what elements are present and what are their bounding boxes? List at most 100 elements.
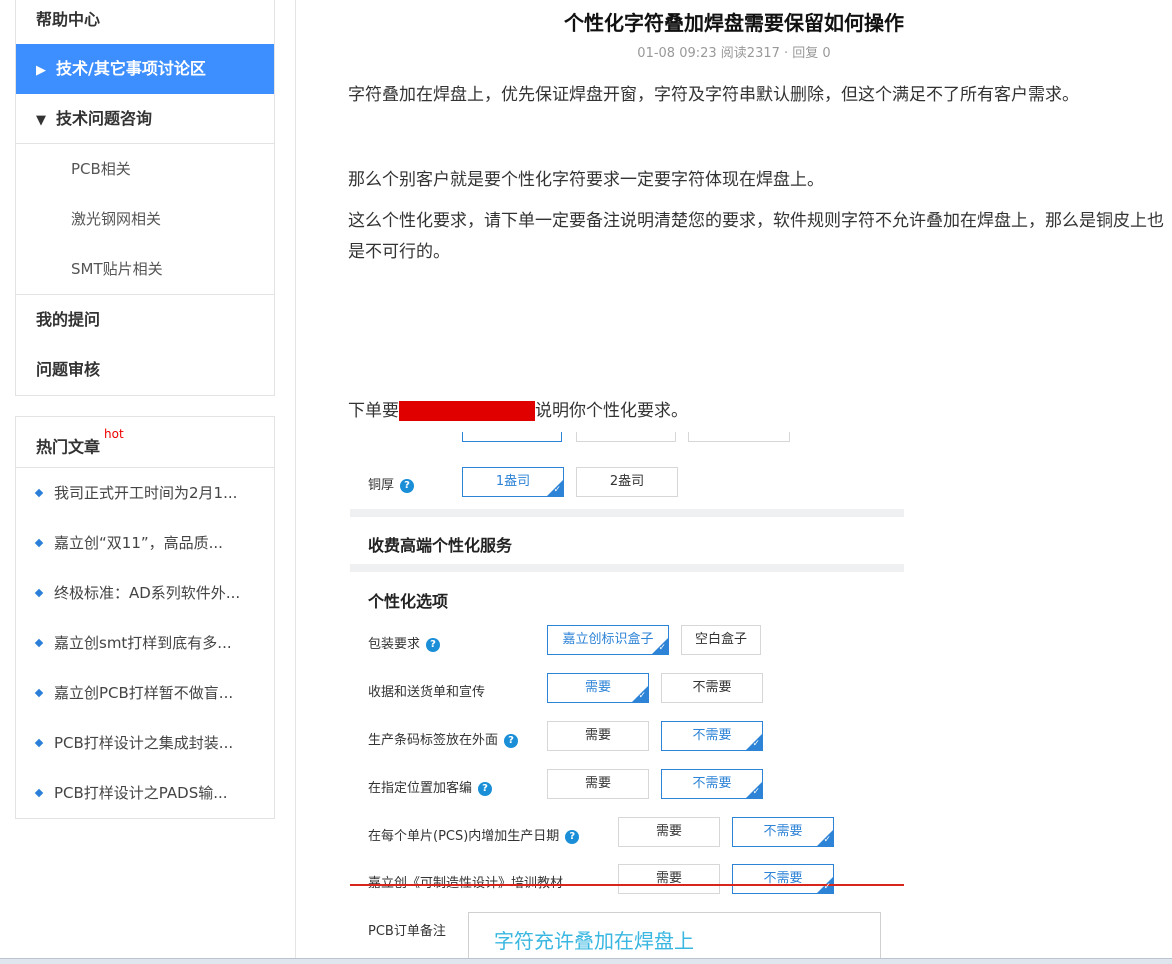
- hot-article-link[interactable]: 嘉立创PCB打样暂不做盲...: [16, 668, 274, 718]
- hot-articles-panel: 热门文章hot 我司正式开工时间为2月1... 嘉立创“双11”，高品质... …: [15, 416, 275, 819]
- option-row: 包装要求?: [368, 633, 441, 652]
- column-divider: [295, 0, 296, 960]
- page-title: 个性化字符叠加焊盘需要保留如何操作: [564, 11, 904, 35]
- caret-down-icon: ▼: [36, 113, 46, 128]
- hot-article-link[interactable]: PCB打样设计之集成封装...: [16, 718, 274, 768]
- hot-article-link[interactable]: 嘉立创smt打样到底有多...: [16, 618, 274, 668]
- paid-section-title: 收费高端个性化服务: [368, 536, 513, 555]
- bullet-icon: [34, 738, 44, 748]
- hot-article-link[interactable]: 嘉立创“双11”，高品质...: [16, 518, 274, 568]
- row-label: 收据和送货单和宣传: [368, 685, 486, 700]
- embedded-screenshot: 铜厚? 1盎司 ✓ 2盎司 收费高端个性化服务 个性化选项 包装要求? 嘉立创标识…: [350, 432, 906, 962]
- hot-articles-list: 我司正式开工时间为2月1... 嘉立创“双11”，高品质... 终极标准：AD系…: [16, 468, 274, 818]
- hot-articles-header: 热门文章hot: [16, 417, 274, 468]
- option-selected: 不需要 ✓: [732, 817, 834, 847]
- bullet-icon: [34, 588, 44, 598]
- paragraph: 字符叠加在焊盘上，优先保证焊盘开窗，字符及字符串默认删除，但这个满足不了所有客户…: [348, 85, 1079, 105]
- option-unselected: 需要: [618, 817, 720, 847]
- option-selected: 需要 ✓: [547, 673, 649, 703]
- copper-row: 铜厚?: [368, 474, 415, 493]
- help-icon: ?: [400, 478, 415, 493]
- section-divider: [350, 564, 904, 572]
- sidebar-subnav: PCB相关 激光钢网相关 SMT贴片相关: [16, 144, 274, 295]
- text-after: 说明你个性化要求。: [535, 401, 688, 421]
- sidebar: 帮助中心 ▶ 技术/其它事项讨论区 ▼ 技术问题咨询 PCB相关 激光钢网相关 SM…: [15, 0, 275, 819]
- hot-article-title: 嘉立创smt打样到底有多...: [54, 634, 232, 652]
- option-unselected: 空白盒子: [681, 625, 761, 655]
- sidebar-item-label: 技术问题咨询: [56, 109, 153, 128]
- help-icon: ?: [426, 637, 441, 652]
- hot-article-link[interactable]: PCB打样设计之PADS输...: [16, 768, 274, 818]
- hot-article-title: 嘉立创PCB打样暂不做盲...: [54, 684, 234, 702]
- check-icon: ✓: [638, 691, 646, 701]
- options-section-title: 个性化选项: [368, 592, 449, 611]
- article-body: 字符叠加在焊盘上，优先保证焊盘开窗，字符及字符串默认删除，但这个满足不了所有客户…: [348, 80, 1168, 427]
- help-icon: ?: [478, 781, 493, 796]
- paragraph: 这么个性化要求，请下单一定要备注说明清楚您的要求，软件规则字符不允许叠加在焊盘上…: [348, 211, 1164, 262]
- hot-article-title: PCB打样设计之PADS输...: [54, 784, 228, 802]
- sidebar-item-pcb[interactable]: PCB相关: [16, 144, 274, 194]
- check-icon: ✓: [752, 787, 760, 797]
- row-label: 生产条码标签放在外面: [368, 733, 499, 748]
- hot-article-title: PCB打样设计之集成封装...: [54, 734, 234, 752]
- hot-article-title: 我司正式开工时间为2月1...: [54, 484, 238, 502]
- paragraph-highlight: 下单要备注，备注，备注说明你个性化要求。: [348, 396, 1168, 427]
- sidebar-item-smt[interactable]: SMT贴片相关: [16, 244, 274, 294]
- bullet-icon: [34, 788, 44, 798]
- option-row: 在指定位置加客编?: [368, 777, 493, 796]
- option-unselected: 需要: [547, 769, 649, 799]
- option-selected: 不需要 ✓: [732, 864, 834, 894]
- order-note-field: 字符充许叠加在焊盘上: [468, 912, 881, 962]
- text-before: 下单要: [348, 401, 399, 421]
- check-icon: ✓: [752, 739, 760, 749]
- caret-right-icon: ▶: [36, 63, 46, 78]
- article-area: 个性化字符叠加焊盘需要保留如何操作 01-08 09:23 阅读2317 · 回…: [296, 0, 1172, 421]
- option-unselected: 不需要: [661, 673, 763, 703]
- paragraph: 那么个别客户就是要个性化字符要求一定要字符体现在焊盘上。: [348, 170, 824, 190]
- sidebar-item-review[interactable]: 问题审核: [16, 345, 274, 395]
- bullet-icon: [34, 488, 44, 498]
- copper-1oz-option: 1盎司 ✓: [462, 467, 564, 497]
- sidebar-item-tech-discussion[interactable]: ▶ 技术/其它事项讨论区: [16, 44, 274, 94]
- post-meta: 01-08 09:23 阅读2317 · 回复 0: [637, 46, 831, 61]
- bullet-icon: [34, 688, 44, 698]
- sidebar-item-help-center[interactable]: 帮助中心: [16, 0, 274, 44]
- help-icon: ?: [565, 829, 580, 844]
- option-row: 嘉立创《可制造性设计》培训教材: [368, 872, 563, 891]
- section-divider: [350, 509, 904, 517]
- cropped-option: [576, 432, 676, 442]
- hot-articles-title: 热门文章: [36, 437, 101, 457]
- option-selected: 不需要 ✓: [661, 721, 763, 751]
- hot-article-title: 终极标准：AD系列软件外...: [54, 584, 241, 602]
- hot-article-link[interactable]: 终极标准：AD系列软件外...: [16, 568, 274, 618]
- option-selected: 嘉立创标识盒子 ✓: [547, 625, 669, 655]
- sidebar-nav: 帮助中心 ▶ 技术/其它事项讨论区 ▼ 技术问题咨询 PCB相关 激光钢网相关 SM…: [15, 0, 275, 396]
- note-label: PCB订单备注: [368, 924, 446, 939]
- sidebar-item-label: 技术/其它事项讨论区: [56, 59, 206, 78]
- option-row: 收据和送货单和宣传: [368, 681, 485, 700]
- cropped-option: [688, 432, 790, 442]
- sidebar-item-stencil[interactable]: 激光钢网相关: [16, 194, 274, 244]
- row-label: 在指定位置加客编: [368, 781, 473, 796]
- bullet-icon: [34, 638, 44, 648]
- option-row: 在每个单片(PCS)内增加生产日期?: [368, 825, 580, 844]
- row-label: 铜厚: [368, 478, 395, 493]
- option-row: 生产条码标签放在外面?: [368, 729, 519, 748]
- hot-article-link[interactable]: 我司正式开工时间为2月1...: [16, 468, 274, 518]
- red-underline: [350, 884, 904, 886]
- hot-badge: hot: [104, 427, 124, 441]
- row-label: 在每个单片(PCS)内增加生产日期: [368, 829, 560, 844]
- copper-2oz-option: 2盎司: [576, 467, 678, 497]
- option-unselected: 需要: [547, 721, 649, 751]
- sidebar-item-tech-consult[interactable]: ▼ 技术问题咨询: [16, 94, 274, 144]
- bullet-icon: [34, 538, 44, 548]
- hot-article-title: 嘉立创“双11”，高品质...: [54, 534, 223, 552]
- sidebar-item-my-questions[interactable]: 我的提问: [16, 295, 274, 345]
- order-note-text: 字符充许叠加在焊盘上: [494, 929, 694, 953]
- highlighted-text: 备注，备注，备注: [399, 401, 535, 421]
- check-icon: ✓: [658, 643, 666, 653]
- option-selected: 不需要 ✓: [661, 769, 763, 799]
- taskbar-strip: [0, 958, 1172, 964]
- check-icon: ✓: [553, 485, 561, 495]
- cropped-option: [462, 432, 562, 442]
